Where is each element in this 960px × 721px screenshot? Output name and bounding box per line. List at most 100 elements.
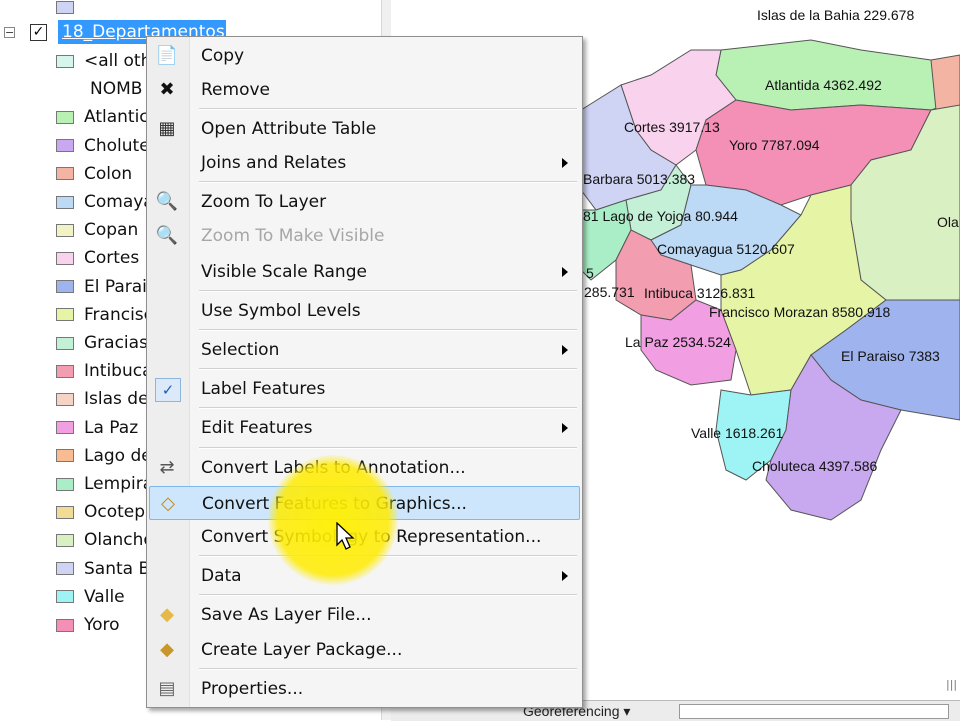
legend-label: <all oth [84,51,152,71]
menu-separator [199,555,577,557]
menu-separator [199,594,577,596]
menu-separator [199,181,577,183]
zoom-visible-icon: 🔍 [155,225,179,246]
menu-separator [199,329,577,331]
map-resize-grip[interactable]: ||| [946,678,958,691]
legend-swatch [56,562,74,576]
legend-swatch [56,251,74,265]
map-label: El Paraiso 7383 [841,348,940,364]
menu-item-zoom-to-layer[interactable]: 🔍 Zoom To Layer [149,185,580,219]
legend-item[interactable]: El Parais [56,274,156,300]
legend-item[interactable]: Santa B [56,556,150,582]
menu-item-label: Zoom To Layer [201,192,327,212]
layer-visibility-checkbox[interactable]: ✓ [30,24,47,41]
legend-item[interactable]: Cholute [56,133,150,159]
legend-swatch [56,364,74,378]
menu-item-copy[interactable]: 📄 Copy [149,39,580,73]
menu-item-convert-symbology-to-representation[interactable]: Convert Symbology to Representation... [149,520,580,554]
menu-item-label: Selection [201,340,280,360]
menu-item-label: Copy [201,46,245,66]
legend-item[interactable]: Islas de [56,386,149,412]
map-label: Islas de la Bahia 229.678 [757,7,915,23]
legend-swatch [56,280,74,294]
legend-swatch [56,336,74,350]
menu-item-open-attribute-table[interactable]: ▦ Open Attribute Table [149,112,580,146]
legend-label: Olancho [84,530,154,551]
legend-item[interactable]: Valle [56,584,125,610]
menu-item-save-as-layer-file[interactable]: ◆ Save As Layer File... [149,598,580,632]
menu-item-properties[interactable]: ▤ Properties... [149,672,580,706]
collapse-icon[interactable]: − [4,27,15,38]
menu-item-create-layer-package[interactable]: ◆ Create Layer Package... [149,633,580,667]
legend-label: Cholute [84,135,150,156]
legend-item[interactable]: Copan [56,217,138,243]
menu-separator [199,368,577,370]
legend-item[interactable]: Gracias [56,330,148,356]
convert-graphics-icon: ◇ [161,493,175,514]
legend-item[interactable]: Intibuca [56,358,153,384]
map-region-atlantida [715,39,960,111]
legend-label: El Parais [84,276,156,297]
copy-icon: 📄 [155,45,179,66]
map-label: 81 Lago de Yojoa 80.944 [583,208,738,224]
legend-item[interactable]: La Paz [56,415,138,441]
properties-icon: ▤ [158,678,176,699]
map-label: Valle 1618.261 [691,425,784,441]
menu-item-label: Zoom To Make Visible [201,226,385,246]
legend-label: Intibuca [84,361,153,382]
legend-label: Gracias [84,333,148,353]
legend-item[interactable]: Yoro [56,612,120,638]
legend-label: Yoro [84,615,120,635]
legend-item[interactable]: Cortes [56,245,139,271]
legend-item[interactable]: NOMB [90,76,142,102]
menu-item-data[interactable]: Data [149,559,580,593]
legend-item[interactable]: Ocotep [56,499,145,525]
map-label: Atlantida 4362.492 [765,77,882,93]
georeferencing-layer-field[interactable] [679,704,949,719]
menu-item-selection[interactable]: Selection [149,333,580,367]
map-region-colon [930,54,960,111]
menu-item-label: Create Layer Package... [201,640,403,660]
menu-item-joins-and-relates[interactable]: Joins and Relates [149,146,580,180]
menu-item-label: Open Attribute Table [201,119,377,139]
legend-label: Lempira [84,474,154,494]
menu-item-label: Edit Features [201,418,313,438]
legend-item[interactable]: Comaya [56,189,154,215]
menu-item-convert-labels-to-annotation[interactable]: ⇄ Convert Labels to Annotation... [149,451,580,485]
map-label: Francisco Morazan 8580.918 [709,304,891,320]
menu-item-use-symbol-levels[interactable]: Use Symbol Levels [149,294,580,328]
menu-item-label-features[interactable]: ✓ Label Features [149,372,580,406]
legend-swatch [56,0,74,14]
legend-swatch [56,590,74,604]
zoom-layer-icon: 🔍 [155,191,179,212]
submenu-arrow-icon [562,267,568,277]
menu-item-label: Visible Scale Range [201,262,367,282]
legend-item[interactable]: Atlantic [56,104,149,130]
menu-item-visible-scale-range[interactable]: Visible Scale Range [149,255,580,289]
legend-label: La Paz [84,417,139,438]
legend-item[interactable]: Francisc [56,302,153,328]
map-label: Intibuca 3126.831 [644,285,756,301]
legend-item[interactable]: Colon [56,161,132,187]
menu-separator [199,108,577,110]
menu-item-label: Label Features [201,379,326,399]
menu-item-remove[interactable]: ✖ Remove [149,73,580,107]
map-label: Cortes 3917.13 [624,119,720,135]
legend-label: NOMB [90,79,143,100]
legend-swatch [56,195,74,209]
menu-item-label: Data [201,566,242,586]
menu-item-convert-features-to-graphics[interactable]: ◇ Convert Features to Graphics... [149,486,580,520]
legend-swatch [56,308,74,322]
submenu-arrow-icon [562,158,568,168]
legend-swatch [56,139,74,153]
legend-swatch [56,167,74,181]
legend-item[interactable]: Olancho [56,527,154,553]
map-label: 285.731 [584,284,635,300]
legend-item[interactable]: Lempira [56,471,153,497]
legend-item[interactable]: Lago de [56,443,152,469]
legend-label: Valle [84,586,125,607]
legend-swatch [56,449,74,463]
legend-item[interactable]: <all oth [56,48,151,74]
menu-item-edit-features[interactable]: Edit Features [149,411,580,445]
legend-label: Copan [84,220,139,241]
